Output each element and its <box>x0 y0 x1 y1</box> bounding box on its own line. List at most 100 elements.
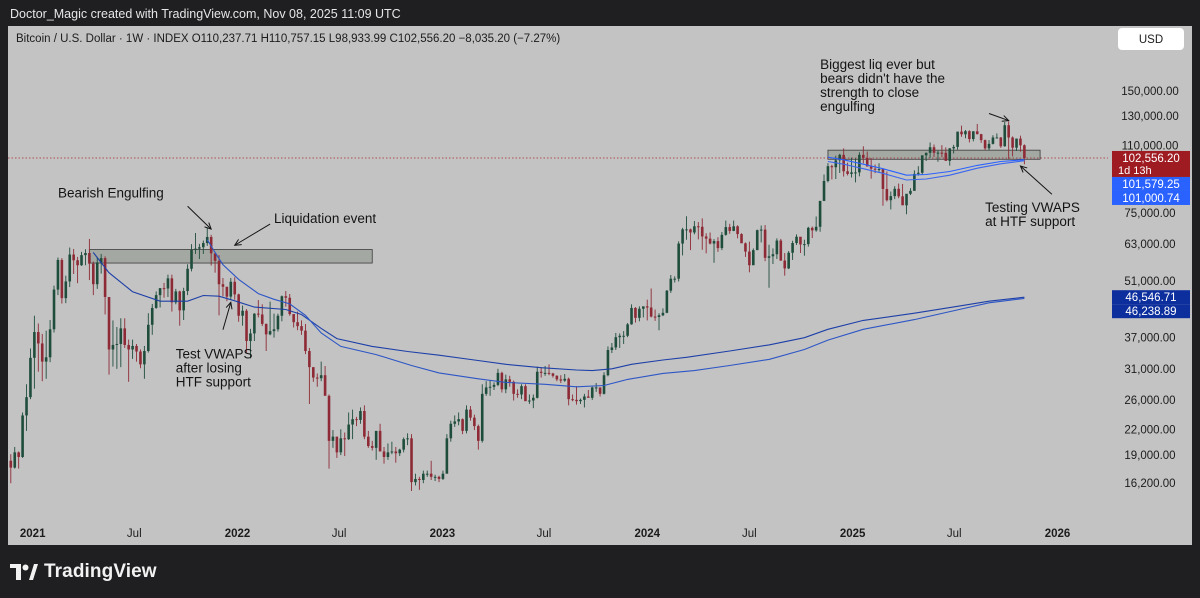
candle[interactable] <box>233 277 237 300</box>
candle[interactable] <box>304 323 307 355</box>
candle[interactable] <box>551 372 555 378</box>
candle[interactable] <box>555 375 559 382</box>
candle[interactable] <box>830 164 834 180</box>
candle[interactable] <box>170 274 174 312</box>
candle[interactable] <box>382 446 386 464</box>
candle[interactable] <box>516 389 519 398</box>
candle[interactable] <box>406 433 409 446</box>
candle[interactable] <box>367 430 370 448</box>
candle[interactable] <box>700 218 704 250</box>
candle[interactable] <box>732 220 735 232</box>
candle[interactable] <box>826 163 830 183</box>
candle[interactable] <box>1015 138 1018 151</box>
candle[interactable] <box>398 448 402 457</box>
candle[interactable] <box>803 239 806 256</box>
candle[interactable] <box>638 306 641 322</box>
candle[interactable] <box>972 131 975 142</box>
candle[interactable] <box>280 295 284 322</box>
candle[interactable] <box>241 305 244 326</box>
candle[interactable] <box>21 412 24 458</box>
candle[interactable] <box>598 387 602 397</box>
candle[interactable] <box>748 241 751 273</box>
candle[interactable] <box>999 137 1003 148</box>
candle[interactable] <box>166 274 170 297</box>
candle[interactable] <box>634 307 637 323</box>
candle[interactable] <box>885 171 889 202</box>
candle[interactable] <box>590 386 594 400</box>
candle[interactable] <box>775 238 779 260</box>
candle[interactable] <box>905 193 908 215</box>
candle[interactable] <box>433 474 437 482</box>
candle[interactable] <box>869 158 873 179</box>
candle[interactable] <box>343 432 347 457</box>
candle[interactable] <box>649 288 653 318</box>
candle[interactable] <box>583 393 586 408</box>
candle[interactable] <box>123 318 127 348</box>
candle[interactable] <box>237 293 240 322</box>
candle[interactable] <box>724 220 728 236</box>
candle[interactable] <box>520 384 523 400</box>
candle[interactable] <box>374 430 378 460</box>
candle[interactable] <box>579 398 582 404</box>
candle[interactable] <box>484 381 488 396</box>
candle[interactable] <box>84 249 87 266</box>
candle[interactable] <box>920 155 924 175</box>
candle[interactable] <box>795 234 798 245</box>
candle[interactable] <box>150 303 154 335</box>
candle[interactable] <box>763 225 767 262</box>
candle[interactable] <box>190 244 193 272</box>
candle[interactable] <box>642 306 645 318</box>
candle[interactable] <box>752 248 755 266</box>
candle[interactable] <box>92 261 95 296</box>
candle[interactable] <box>131 339 134 359</box>
candle[interactable] <box>48 319 52 363</box>
candle[interactable] <box>418 476 421 490</box>
candle[interactable] <box>25 384 28 431</box>
candle[interactable] <box>437 475 441 483</box>
candle[interactable] <box>331 430 335 448</box>
candle[interactable] <box>178 290 182 326</box>
candle[interactable] <box>744 242 747 257</box>
candle[interactable] <box>535 366 539 399</box>
candle[interactable] <box>767 244 771 288</box>
candle[interactable] <box>355 416 358 427</box>
candle[interactable] <box>425 470 429 477</box>
candle[interactable] <box>618 333 622 348</box>
candle[interactable] <box>512 380 515 401</box>
candle[interactable] <box>1019 135 1022 152</box>
candle[interactable] <box>944 147 948 161</box>
candle[interactable] <box>807 226 810 247</box>
candle[interactable] <box>850 157 853 178</box>
candle[interactable] <box>312 367 315 382</box>
candle[interactable] <box>37 323 40 372</box>
candle[interactable] <box>319 361 323 382</box>
candle[interactable] <box>359 407 362 424</box>
candle[interactable] <box>347 412 350 441</box>
candle[interactable] <box>901 183 904 206</box>
candle[interactable] <box>335 436 339 458</box>
candle[interactable] <box>532 394 535 409</box>
candle[interactable] <box>115 327 119 369</box>
candle[interactable] <box>630 304 633 325</box>
candle[interactable] <box>103 256 107 315</box>
candle[interactable] <box>9 454 13 484</box>
candle[interactable] <box>539 367 543 378</box>
candle[interactable] <box>917 166 920 176</box>
candle[interactable] <box>571 394 574 402</box>
candle[interactable] <box>13 446 17 469</box>
candle[interactable] <box>685 216 688 240</box>
candle[interactable] <box>217 255 221 316</box>
candle[interactable] <box>88 238 91 281</box>
candle[interactable] <box>881 168 885 206</box>
candle[interactable] <box>390 441 394 455</box>
candle[interactable] <box>661 308 665 317</box>
candle[interactable] <box>689 228 692 251</box>
candle[interactable] <box>453 415 457 427</box>
candle[interactable] <box>445 434 449 474</box>
candle[interactable] <box>983 139 987 151</box>
candle[interactable] <box>68 247 72 288</box>
candle[interactable] <box>791 240 794 260</box>
candle[interactable] <box>308 347 311 404</box>
candle[interactable] <box>736 225 739 239</box>
chart-panel[interactable]: Bearish Engulfing Liquidation event Test V… <box>8 26 1192 545</box>
